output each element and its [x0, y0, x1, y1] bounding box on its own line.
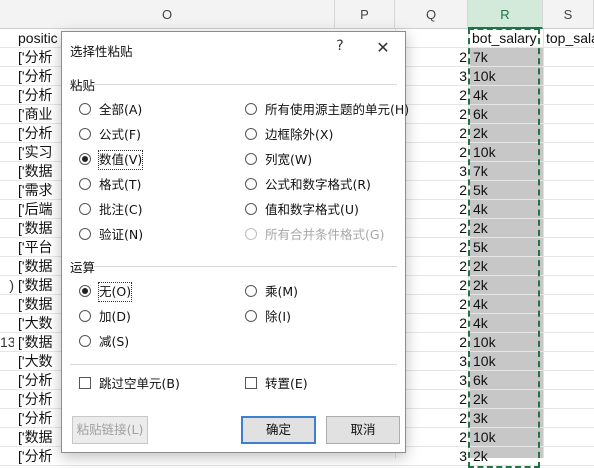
radio-label: 乘(M) [265, 284, 299, 299]
radio-label: 值和数字格式(U) [265, 202, 359, 217]
row-number: 13 [0, 334, 14, 350]
dialog-title: 选择性粘贴 [70, 44, 133, 59]
radio-icon [245, 310, 257, 322]
radio-icon [79, 178, 91, 190]
column-header-s[interactable]: S [543, 0, 594, 29]
operation-section-label: 运算 [70, 260, 96, 275]
cell-q[interactable]: 3 [459, 352, 467, 371]
cell-q[interactable]: 2 [459, 143, 467, 162]
checkbox-icon [245, 377, 257, 389]
cell-q[interactable]: 2 [459, 105, 467, 124]
radio-label: 格式(T) [99, 177, 142, 192]
radio-label: 列宽(W) [265, 152, 313, 167]
radio-label: 批注(C) [99, 202, 143, 217]
cell-q[interactable]: 2 [459, 238, 467, 257]
cell-q[interactable]: 2 [459, 390, 467, 409]
paste-link-button[interactable]: 粘贴链接(L) [72, 416, 148, 444]
cell-q[interactable]: 2 [459, 181, 467, 200]
radio-label: 全部(A) [99, 102, 143, 117]
radio-label: 数值(V) [97, 150, 144, 170]
paste-special-dialog: 选择性粘贴 ? ✕ 粘贴 全部(A) 公式(F) 数值(V) 格式(T) 批注(C) 验证… [61, 31, 410, 453]
cell-q[interactable]: 3 [459, 67, 467, 86]
radio-icon [245, 285, 257, 297]
radio-icon [245, 128, 257, 140]
cell-q[interactable]: 2 [459, 428, 467, 447]
cell-q[interactable]: 2 [459, 48, 467, 67]
cell-q[interactable]: 3 [459, 447, 467, 466]
radio-label: 所有合并条件格式(G) [265, 227, 385, 242]
cell-q[interactable]: 2 [459, 219, 467, 238]
cell-q[interactable]: 3 [459, 371, 467, 390]
radio-icon [79, 103, 91, 115]
radio-label: 减(S) [99, 334, 130, 349]
cell-s-header[interactable]: top_sala [546, 29, 594, 48]
column-header-p[interactable]: P [335, 0, 395, 29]
radio-icon [79, 310, 91, 322]
radio-icon [79, 228, 91, 240]
cell-q[interactable]: 2 [459, 257, 467, 276]
radio-label: 所有使用源主题的单元(H) [265, 102, 410, 117]
radio-label: 公式(F) [99, 127, 141, 142]
radio-icon [79, 203, 91, 215]
radio-icon [245, 228, 257, 240]
column-header-r[interactable]: R [468, 0, 543, 29]
close-icon[interactable]: ✕ [372, 38, 394, 58]
help-icon[interactable]: ? [330, 38, 350, 58]
radio-icon [79, 128, 91, 140]
radio-icon [245, 153, 257, 165]
cell-q[interactable]: 2 [459, 295, 467, 314]
copy-marquee [468, 28, 540, 468]
transpose-label: 转置(E) [265, 376, 308, 391]
radio-label: 无(O) [97, 282, 133, 302]
radio-icon [245, 103, 257, 115]
checkbox-icon [79, 377, 91, 389]
cell-q[interactable]: 2 [459, 276, 467, 295]
radio-icon [245, 178, 257, 190]
column-header-q[interactable]: Q [395, 0, 468, 29]
cell-q[interactable]: 3 [459, 162, 467, 181]
radio-icon [79, 153, 91, 165]
cell-q[interactable]: 2 [459, 314, 467, 333]
radio-label: 验证(N) [99, 227, 144, 242]
radio-label: 边框除外(X) [265, 127, 334, 142]
cancel-button[interactable]: 取消 [326, 416, 400, 444]
ok-button[interactable]: 确定 [241, 416, 316, 444]
column-header-o[interactable]: O [0, 0, 335, 29]
cell-q[interactable]: 2 [459, 333, 467, 352]
radio-icon [245, 203, 257, 215]
radio-label: 除(I) [265, 309, 291, 324]
cell-q[interactable]: 2 [459, 124, 467, 143]
cell-q[interactable]: 2 [459, 409, 467, 428]
radio-label: 公式和数字格式(R) [265, 177, 371, 192]
radio-icon [79, 285, 91, 297]
row-number: ) [9, 277, 14, 293]
radio-icon [79, 335, 91, 347]
paste-section-label: 粘贴 [70, 78, 96, 93]
radio-label: 加(D) [99, 309, 131, 324]
cell-q[interactable]: 2 [459, 86, 467, 105]
cell-q[interactable]: 2 [459, 200, 467, 219]
skip-blanks-label: 跳过空单元(B) [99, 376, 180, 391]
